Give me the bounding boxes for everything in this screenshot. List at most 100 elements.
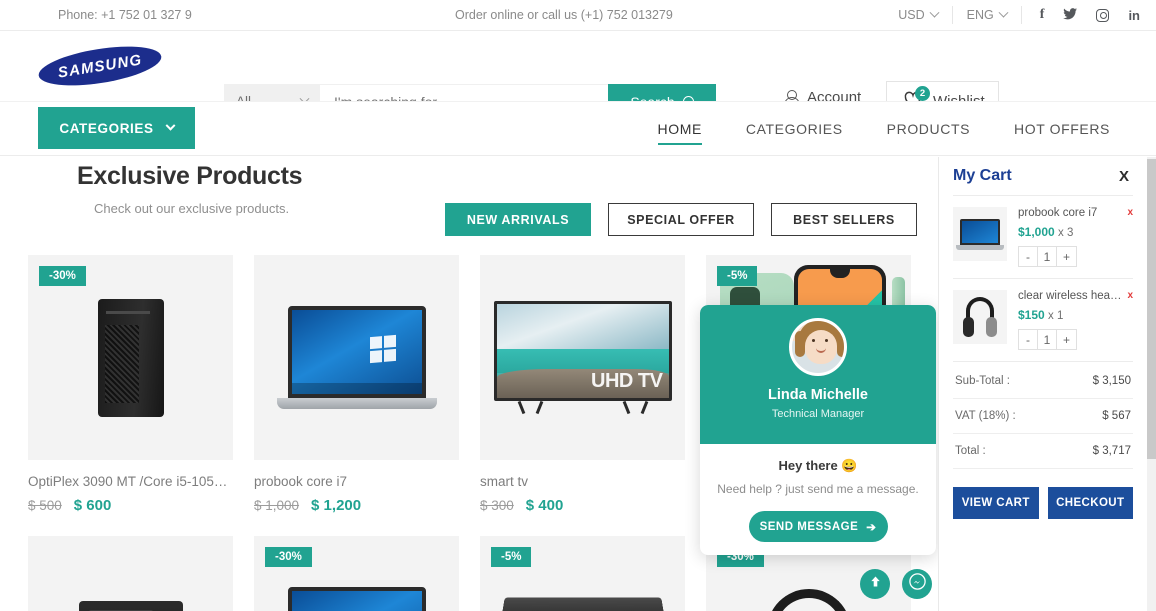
product-name[interactable]: smart tv — [480, 474, 685, 489]
desktop-slim-image — [78, 600, 183, 611]
instagram-icon[interactable] — [1096, 8, 1110, 22]
nav-item-home[interactable]: HOME — [636, 102, 724, 157]
laptop-thumbnail — [956, 218, 1004, 250]
main-nav: CATEGORIES HOME CATEGORIES PRODUCTS HOT … — [0, 101, 1156, 156]
nav-item-products[interactable]: PRODUCTS — [865, 102, 992, 157]
old-price: $ 500 — [28, 498, 62, 513]
headphone-band — [966, 297, 994, 319]
close-icon[interactable]: X — [1119, 168, 1129, 185]
arrow-up-icon — [869, 575, 882, 593]
scroll-to-top-button[interactable] — [860, 569, 890, 599]
product-image[interactable]: -30% — [28, 255, 233, 460]
nav-links: HOME CATEGORIES PRODUCTS HOT OFFERS — [636, 102, 1133, 157]
order-text: Order online or call us (+1) 752 013279 — [455, 8, 673, 22]
currency-selector[interactable]: USD — [884, 6, 953, 24]
product-image[interactable] — [28, 536, 233, 611]
checkout-button[interactable]: CHECKOUT — [1047, 487, 1133, 519]
cart-scroll-area: My Cart X probook core i7 x $1,000 x 3 -… — [939, 157, 1156, 611]
cart-item: clear wireless hea… x $150 x 1 - 1 + — [939, 279, 1147, 361]
tab-best-sellers[interactable]: BEST SELLERS — [771, 203, 917, 236]
chat-greeting: Hey there 😀 — [778, 458, 858, 473]
cart-item-image — [953, 290, 1007, 344]
vat-row: VAT (18%) : $ 567 — [953, 399, 1133, 434]
quantity-increase-button[interactable]: + — [1057, 330, 1076, 349]
send-message-button[interactable]: SEND MESSAGE ➔ — [748, 511, 888, 542]
agent-role: Technical Manager — [771, 408, 865, 420]
facebook-icon[interactable]: f — [1040, 8, 1045, 22]
cart-scrollbar-thumb[interactable] — [1147, 159, 1156, 459]
chat-widget-header: Linda Michelle Technical Manager — [700, 305, 936, 444]
nav-item-categories[interactable]: CATEGORIES — [724, 102, 865, 157]
product-filter-tabs: NEW ARRIVALS SPECIAL OFFER BEST SELLERS — [445, 203, 917, 236]
laptop-image — [277, 587, 437, 611]
quantity-increase-button[interactable]: + — [1057, 247, 1076, 266]
windows-logo-icon — [369, 334, 396, 364]
product-image[interactable] — [254, 255, 459, 460]
product-name[interactable]: OptiPlex 3090 MT /Core i5-10505/… — [28, 474, 233, 489]
nav-item-hot-offers[interactable]: HOT OFFERS — [992, 102, 1132, 157]
tv-image: UHD TV — [493, 300, 672, 415]
tab-special-offer[interactable]: SPECIAL OFFER — [608, 203, 754, 236]
arrow-right-icon: ➔ — [866, 521, 877, 534]
remove-item-icon[interactable]: x — [1127, 290, 1133, 301]
tv-uhd-label: UHD TV — [591, 369, 663, 392]
headphone-band — [766, 588, 851, 611]
quantity-decrease-button[interactable]: - — [1019, 247, 1038, 266]
printer-image — [500, 597, 665, 611]
cart-item-price: $150 x 1 — [1018, 308, 1133, 322]
currency-label: USD — [898, 8, 925, 22]
language-label: ENG — [966, 8, 994, 22]
messenger-icon — [908, 573, 926, 595]
product-image[interactable]: UHD TV — [480, 255, 685, 460]
cart-item-name[interactable]: probook core i7 — [1018, 207, 1122, 219]
product-name[interactable]: probook core i7 — [254, 474, 459, 489]
cart-item-times: x 1 — [1048, 310, 1064, 322]
floating-action-buttons — [860, 569, 932, 599]
cart-title: My Cart — [953, 167, 1012, 184]
categories-button[interactable]: CATEGORIES — [38, 107, 195, 149]
messenger-chat-button[interactable] — [902, 569, 932, 599]
new-price: $ 1,200 — [311, 497, 362, 514]
cart-header: My Cart X — [939, 157, 1147, 195]
cart-actions: VIEW CART CHECKOUT — [939, 469, 1147, 519]
view-cart-button[interactable]: VIEW CART — [953, 487, 1039, 519]
send-message-label: SEND MESSAGE — [759, 520, 859, 533]
discount-badge: -5% — [491, 547, 532, 567]
cart-scrollbar[interactable] — [1147, 157, 1156, 611]
cart-item-name[interactable]: clear wireless hea… — [1018, 290, 1122, 302]
laptop-screen — [960, 218, 1000, 245]
subtotal-label: Sub-Total : — [955, 375, 1010, 387]
remove-item-icon[interactable]: x — [1127, 207, 1133, 218]
cart-item-price: $1,000 x 3 — [1018, 225, 1133, 239]
total-row: Total : $ 3,717 — [953, 434, 1133, 469]
chat-widget: Linda Michelle Technical Manager Hey the… — [700, 305, 936, 555]
chevron-down-icon — [165, 120, 176, 131]
linkedin-icon[interactable]: in — [1128, 9, 1140, 22]
cart-item-info: probook core i7 x $1,000 x 3 - 1 + — [1018, 207, 1133, 267]
product-card: probook core i7 $ 1,000 $ 1,200 — [254, 255, 459, 514]
twitter-icon[interactable] — [1063, 8, 1078, 22]
tab-new-arrivals[interactable]: NEW ARRIVALS — [445, 203, 591, 236]
quantity-stepper: - 1 + — [1018, 329, 1077, 350]
product-image[interactable]: -30% — [254, 536, 459, 611]
agent-name: Linda Michelle — [768, 387, 868, 403]
social-links: f in — [1022, 8, 1140, 22]
laptop-screen — [287, 587, 426, 611]
quantity-value[interactable]: 1 — [1038, 330, 1057, 349]
language-selector[interactable]: ENG — [953, 6, 1022, 24]
quantity-value[interactable]: 1 — [1038, 247, 1057, 266]
subtotal-value: $ 3,150 — [1092, 375, 1131, 387]
headphone-cup-left — [963, 317, 974, 337]
discount-badge: -5% — [717, 266, 758, 286]
avatar-eye-left — [812, 339, 815, 342]
product-image[interactable]: -5% — [480, 536, 685, 611]
samsung-logo[interactable]: SAMSUNG — [36, 39, 164, 93]
product-card: -5% — [480, 536, 685, 611]
chevron-down-icon — [998, 7, 1009, 18]
headphone-cup-right — [986, 317, 997, 337]
cart-item-unit-price: $1,000 — [1018, 225, 1055, 239]
quantity-decrease-button[interactable]: - — [1019, 330, 1038, 349]
quantity-stepper: - 1 + — [1018, 246, 1077, 267]
printer-lid — [500, 597, 665, 611]
new-price: $ 600 — [73, 497, 112, 514]
